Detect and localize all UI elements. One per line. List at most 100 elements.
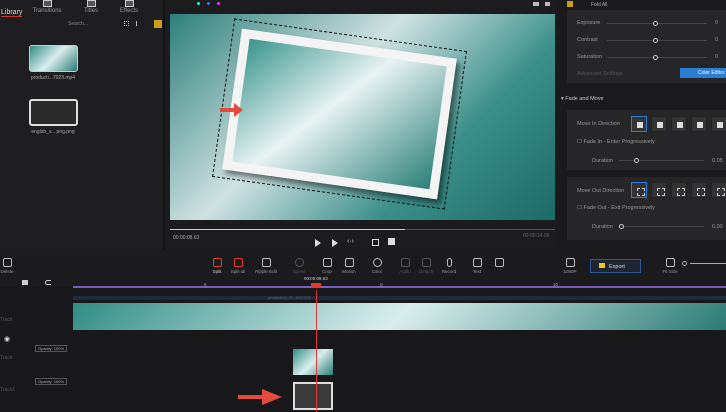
tab-transitions[interactable]: Transitions (30, 0, 64, 14)
library-panel: Library Transitions Titles Effects Searc… (0, 0, 165, 250)
track-label: Track (0, 355, 13, 361)
ripple-icon (261, 258, 271, 267)
move-out-label: Move Out Direction (577, 188, 625, 194)
opacity-badge[interactable]: Opacity: 100% (35, 378, 68, 385)
magenta-dot-icon (217, 2, 220, 5)
move-out-none[interactable] (631, 182, 647, 198)
tab-effects[interactable]: Effects (116, 0, 142, 14)
export-button[interactable]: Export (590, 259, 641, 273)
mic-icon (446, 258, 452, 267)
palette-icon (372, 258, 382, 267)
playhead-handle[interactable] (311, 283, 321, 288)
move-out-right[interactable] (691, 182, 707, 198)
move-out-bottom[interactable] (711, 182, 726, 198)
duration-out-value[interactable]: 0.00 (712, 224, 723, 230)
export-icon (599, 263, 605, 268)
opacity-badge[interactable]: Opacity: 100% (35, 345, 68, 352)
cyan-dot-icon (197, 2, 200, 5)
timeline: 5 0 10 00:00:08.63 production_ID_4827023… (0, 276, 726, 412)
tab-library[interactable]: Library (1, 9, 23, 17)
advanced-settings[interactable]: Advanced Settings (577, 71, 623, 77)
play-clip-button[interactable] (332, 239, 338, 247)
video-preview[interactable] (170, 14, 555, 220)
grid-view-icon[interactable] (124, 21, 129, 26)
split-all-icon (233, 258, 243, 267)
tab-titles[interactable]: Titles (78, 0, 104, 14)
monitor-icon (565, 258, 575, 267)
duration-out-label: Duration (592, 224, 613, 230)
adjust-section: Exposure 0 Contrast 0 Saturation 0 Advan… (567, 10, 726, 83)
resolution-button[interactable]: 1080P (557, 258, 583, 274)
snapshot-icon[interactable] (533, 2, 539, 6)
saturation-label: Saturation (577, 54, 603, 60)
speed-button[interactable]: Speed (286, 258, 312, 274)
motion-button[interactable]: Motion (336, 258, 362, 274)
overlay-frame-selection[interactable] (212, 18, 467, 210)
move-in-top[interactable] (671, 116, 687, 132)
fade-out-checkbox[interactable]: ☐ Fade Out - Exit Progressively (577, 205, 655, 211)
volume-icon[interactable] (545, 2, 550, 6)
move-out-left[interactable] (651, 182, 667, 198)
move-in-left[interactable] (651, 116, 667, 132)
split-all-button[interactable]: Split all (225, 258, 251, 274)
ripple-edit-button[interactable]: Ripple Edit (253, 258, 279, 274)
prev-next-frame-button[interactable]: ‹·› (347, 238, 354, 245)
exposure-value[interactable]: 0 (715, 20, 718, 26)
collapse-panel-icon[interactable] (154, 20, 162, 28)
delete-button[interactable]: Delete (0, 258, 20, 274)
media-thumb-png[interactable] (29, 99, 78, 126)
tts-button[interactable] (486, 258, 512, 269)
time-ruler[interactable] (73, 286, 726, 288)
overlay-video-clip[interactable] (293, 349, 333, 375)
move-in-bottom[interactable] (711, 116, 726, 132)
play-button[interactable] (315, 239, 321, 247)
fade-in-checkbox[interactable]: ☐ Fade In - Enter Progressively (577, 139, 655, 145)
exposure-slider[interactable] (607, 21, 707, 26)
scissors-icon (212, 258, 222, 267)
color-editor-button[interactable]: Color Editor (680, 68, 726, 78)
png-frame-clip[interactable] (293, 382, 333, 410)
saturation-slider[interactable] (607, 55, 707, 60)
playhead-line[interactable] (316, 290, 317, 412)
titles-icon (86, 0, 96, 7)
media-name: producti...7023.mp4 (30, 75, 76, 81)
color-button[interactable]: Color (364, 258, 390, 274)
record-button[interactable]: Record (436, 258, 462, 274)
zoom-out-icon[interactable] (682, 261, 687, 266)
fade-move-header[interactable]: ▾ Fade and Move (561, 96, 604, 102)
panel-icon[interactable] (567, 1, 573, 7)
search-input[interactable]: Search... (68, 21, 88, 27)
progress-fill (170, 229, 405, 230)
lock-icon[interactable] (22, 280, 28, 285)
crop-icon (322, 258, 332, 267)
media-thumb-video[interactable] (29, 45, 78, 72)
move-in-right[interactable] (691, 116, 707, 132)
move-in-label: Move In Direction (577, 121, 620, 127)
text-icon (472, 258, 482, 267)
effects-icon (124, 0, 134, 7)
saturation-value[interactable]: 0 (715, 54, 718, 60)
progress-track[interactable] (170, 229, 555, 230)
move-out-top[interactable] (671, 182, 687, 198)
move-out-section: Move Out Direction ☐ Fade Out - Exit Pro… (567, 177, 726, 240)
fade-in-label: Fade In - Enter Progressively (583, 139, 655, 145)
sort-icon[interactable] (136, 21, 141, 26)
render-icon[interactable] (388, 238, 395, 245)
fullscreen-preview-icon[interactable] (372, 239, 379, 246)
magnet-icon[interactable] (45, 280, 51, 285)
eye-icon[interactable]: ◉ (4, 335, 10, 343)
duration-in-value[interactable]: 0.05 (712, 158, 723, 164)
move-in-none[interactable] (631, 116, 647, 132)
contrast-value[interactable]: 0 (715, 37, 718, 43)
track-label: Track (0, 317, 13, 323)
fold-all-button[interactable]: Fold All (591, 2, 607, 8)
duration-in-slider[interactable] (619, 158, 704, 163)
main-video-clip[interactable] (73, 303, 726, 330)
contrast-slider[interactable] (607, 38, 707, 43)
zoom-slider[interactable] (690, 263, 726, 264)
duration-out-slider[interactable] (619, 224, 704, 229)
detach-icon (421, 258, 431, 267)
trash-icon (2, 258, 12, 267)
fit-size-button[interactable]: Fit Size (657, 258, 683, 274)
media-name: englsh_v... png.png (31, 129, 75, 135)
